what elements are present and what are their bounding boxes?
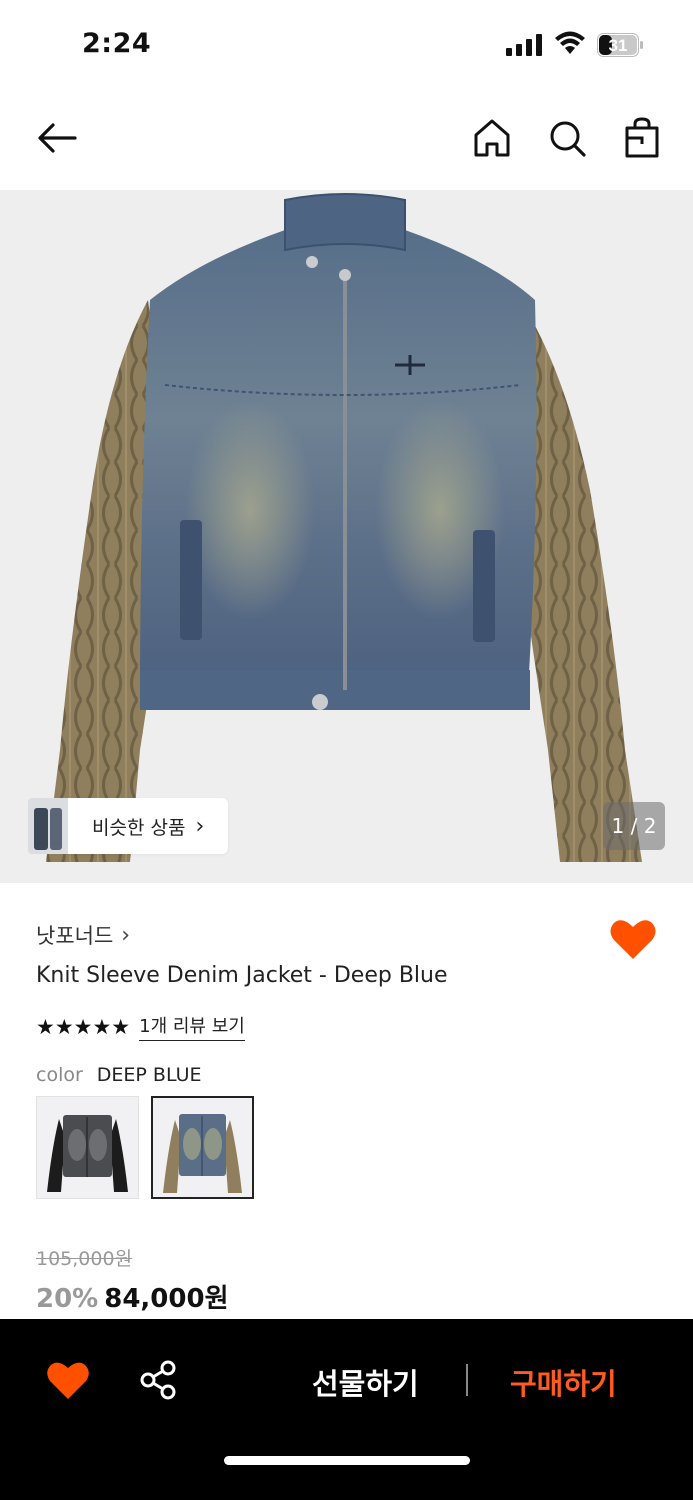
- color-value: DEEP BLUE: [96, 1064, 202, 1086]
- rating-stars: ★★★★★: [36, 1014, 131, 1039]
- sale-price: 84,000원: [104, 1284, 229, 1314]
- battery-icon: 31: [597, 33, 643, 57]
- similar-products-button[interactable]: 비슷한 상품 ›: [28, 798, 229, 854]
- color-options: [36, 1096, 254, 1199]
- brand-link[interactable]: 낫포너드 ›: [36, 920, 130, 950]
- top-nav: [0, 100, 693, 180]
- heart-icon[interactable]: [609, 917, 657, 961]
- image-counter: 1 / 2: [603, 802, 665, 850]
- cellular-signal-icon: [506, 34, 542, 56]
- share-icon[interactable]: [138, 1359, 180, 1401]
- status-time: 2:24: [82, 28, 152, 59]
- shopping-bag-icon[interactable]: [620, 114, 664, 162]
- color-row: color DEEP BLUE: [36, 1064, 202, 1086]
- original-price: 105,000원: [36, 1248, 133, 1270]
- jacket-photo: [46, 193, 642, 862]
- battery-level: 31: [609, 36, 628, 55]
- buy-button[interactable]: 구매하기: [510, 1361, 617, 1403]
- wifi-icon: [555, 31, 585, 54]
- color-label: color: [36, 1064, 83, 1086]
- product-image[interactable]: [0, 190, 693, 883]
- back-arrow-icon[interactable]: [33, 114, 81, 162]
- divider: [466, 1364, 468, 1396]
- home-indicator: [224, 1456, 470, 1465]
- review-link[interactable]: 1개 리뷰 보기: [139, 1012, 245, 1041]
- rating-row: ★★★★★ 1개 리뷰 보기: [36, 1012, 245, 1041]
- gift-button[interactable]: 선물하기: [312, 1361, 419, 1403]
- brand-name: 낫포너드: [36, 924, 114, 948]
- home-icon[interactable]: [470, 114, 514, 162]
- similar-product-thumbnail: [28, 798, 68, 854]
- wishlist-heart-icon[interactable]: [46, 1359, 90, 1401]
- color-option-black[interactable]: [36, 1096, 139, 1199]
- bottom-action-bar: 선물하기 구매하기: [0, 1319, 693, 1500]
- product-title: Knit Sleeve Denim Jacket - Deep Blue: [36, 963, 448, 988]
- chevron-right-icon: ›: [195, 813, 205, 839]
- discount-rate: 20%: [36, 1284, 99, 1314]
- chevron-right-icon: ›: [121, 922, 131, 948]
- search-icon[interactable]: [545, 114, 589, 162]
- status-bar: 2:24 31: [0, 0, 693, 90]
- price-row: 20% 84,000원: [36, 1278, 229, 1315]
- similar-products-label: 비슷한 상품: [92, 816, 186, 839]
- color-option-deep-blue[interactable]: [151, 1096, 254, 1199]
